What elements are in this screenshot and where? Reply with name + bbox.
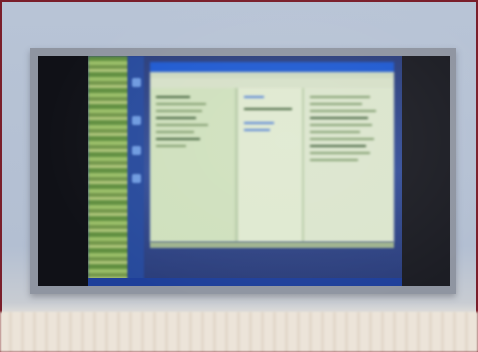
- window-title-bar: [150, 62, 394, 72]
- pane-line: [310, 145, 366, 147]
- task-links-pane: [238, 88, 302, 242]
- pane-line: [310, 131, 360, 133]
- task-pane-icon: [132, 174, 141, 183]
- pane-line: [244, 122, 274, 124]
- task-pane-icon: [132, 146, 141, 155]
- pane-line: [310, 138, 374, 140]
- folder-tree-pane: [150, 88, 235, 242]
- file-list-pane: [304, 88, 394, 242]
- pane-line: [310, 117, 368, 119]
- task-pane-icon: [132, 78, 141, 87]
- pane-line: [156, 138, 200, 140]
- pane-line: [310, 96, 370, 98]
- task-pane-icon: [132, 116, 141, 125]
- pane-line: [244, 108, 292, 110]
- pane-line: [310, 152, 370, 154]
- pane-line: [244, 96, 264, 98]
- pane-line: [156, 145, 186, 147]
- pane-line: [310, 124, 372, 126]
- desktop-area: [88, 56, 402, 286]
- window-title: [150, 72, 158, 79]
- pane-line: [310, 103, 362, 105]
- pane-line: [310, 159, 358, 161]
- window-status-bar: [150, 242, 394, 248]
- striped-floor: [0, 312, 478, 352]
- explorer-window: [150, 62, 394, 242]
- desktop-icon-column: [88, 56, 128, 286]
- desktop-taskbar: [88, 278, 402, 286]
- right-black-bar: [402, 56, 450, 286]
- left-black-bar: [38, 56, 88, 286]
- photo-scene: [0, 0, 478, 352]
- pane-line: [156, 96, 190, 98]
- pane-line: [156, 103, 206, 105]
- pane-line: [156, 124, 208, 126]
- pane-line: [156, 117, 196, 119]
- monitor-screen: [38, 56, 450, 286]
- pane-line: [156, 131, 194, 133]
- task-pane-strip: [128, 56, 144, 286]
- window-toolbar: [150, 78, 394, 88]
- pane-line: [310, 110, 376, 112]
- pane-line: [244, 129, 270, 131]
- pane-line: [156, 110, 202, 112]
